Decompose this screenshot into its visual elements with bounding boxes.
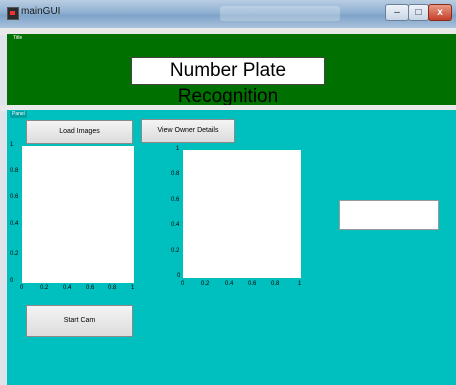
main-panel: Panel Load Images View Owner Details 1 0… bbox=[7, 110, 456, 385]
left-axes-x-tick: 0.4 bbox=[63, 285, 72, 291]
left-axes-y-tick: 1 bbox=[10, 142, 14, 148]
left-axes-y-tick: 0.8 bbox=[10, 168, 19, 174]
right-axes-x-tick: 0.4 bbox=[225, 281, 234, 287]
left-axes-y-tick: 0.2 bbox=[10, 251, 19, 257]
title-panel-tag: Title bbox=[11, 35, 25, 42]
right-axes-x-tick: 0.8 bbox=[271, 281, 280, 287]
left-axes-x-tick: 1 bbox=[131, 285, 135, 291]
view-owner-details-button[interactable]: View Owner Details bbox=[141, 119, 235, 143]
right-axes-x-tick: 0.6 bbox=[248, 281, 257, 287]
left-axes-x-tick: 0 bbox=[20, 285, 24, 291]
left-image-axes bbox=[22, 146, 134, 283]
left-axes-y-tick: 0.4 bbox=[10, 221, 19, 227]
window-title: mainGUI bbox=[21, 6, 61, 17]
right-axes-y-tick: 0.6 bbox=[171, 197, 180, 203]
window-frame-left bbox=[0, 28, 7, 385]
right-axes-x-tick: 0.2 bbox=[201, 281, 210, 287]
app-heading: Number Plate Recognition bbox=[131, 57, 325, 107]
left-axes-x-tick: 0.6 bbox=[86, 285, 95, 291]
left-axes-x-tick: 0.2 bbox=[40, 285, 49, 291]
right-axes-y-tick: 0 bbox=[177, 273, 181, 279]
right-axes-y-tick: 0.4 bbox=[171, 222, 180, 228]
right-axes-x-tick: 1 bbox=[298, 281, 302, 287]
right-axes-x-tick: 0 bbox=[181, 281, 185, 287]
left-axes-y-tick: 0 bbox=[10, 278, 14, 284]
start-cam-button[interactable]: Start Cam bbox=[26, 305, 133, 337]
left-axes-x-tick: 0.8 bbox=[108, 285, 117, 291]
right-axes-y-tick: 0.2 bbox=[171, 248, 180, 254]
left-axes-y-tick: 0.6 bbox=[10, 194, 19, 200]
titlebar-glass bbox=[220, 6, 340, 21]
close-button[interactable]: x bbox=[428, 4, 452, 21]
plate-number-field[interactable] bbox=[339, 200, 439, 230]
load-images-button[interactable]: Load Images bbox=[26, 120, 133, 144]
window-titlebar[interactable]: mainGUI – □ x bbox=[0, 0, 456, 28]
right-axes-y-tick: 0.8 bbox=[171, 171, 180, 177]
minimize-button[interactable]: – bbox=[385, 4, 409, 21]
app-icon bbox=[7, 7, 19, 20]
right-axes-y-tick: 1 bbox=[176, 146, 180, 152]
right-image-axes bbox=[183, 150, 301, 278]
title-panel: Title Number Plate Recognition bbox=[7, 34, 456, 107]
maximize-button[interactable]: □ bbox=[408, 4, 429, 21]
main-panel-tag: Panel bbox=[10, 111, 27, 118]
